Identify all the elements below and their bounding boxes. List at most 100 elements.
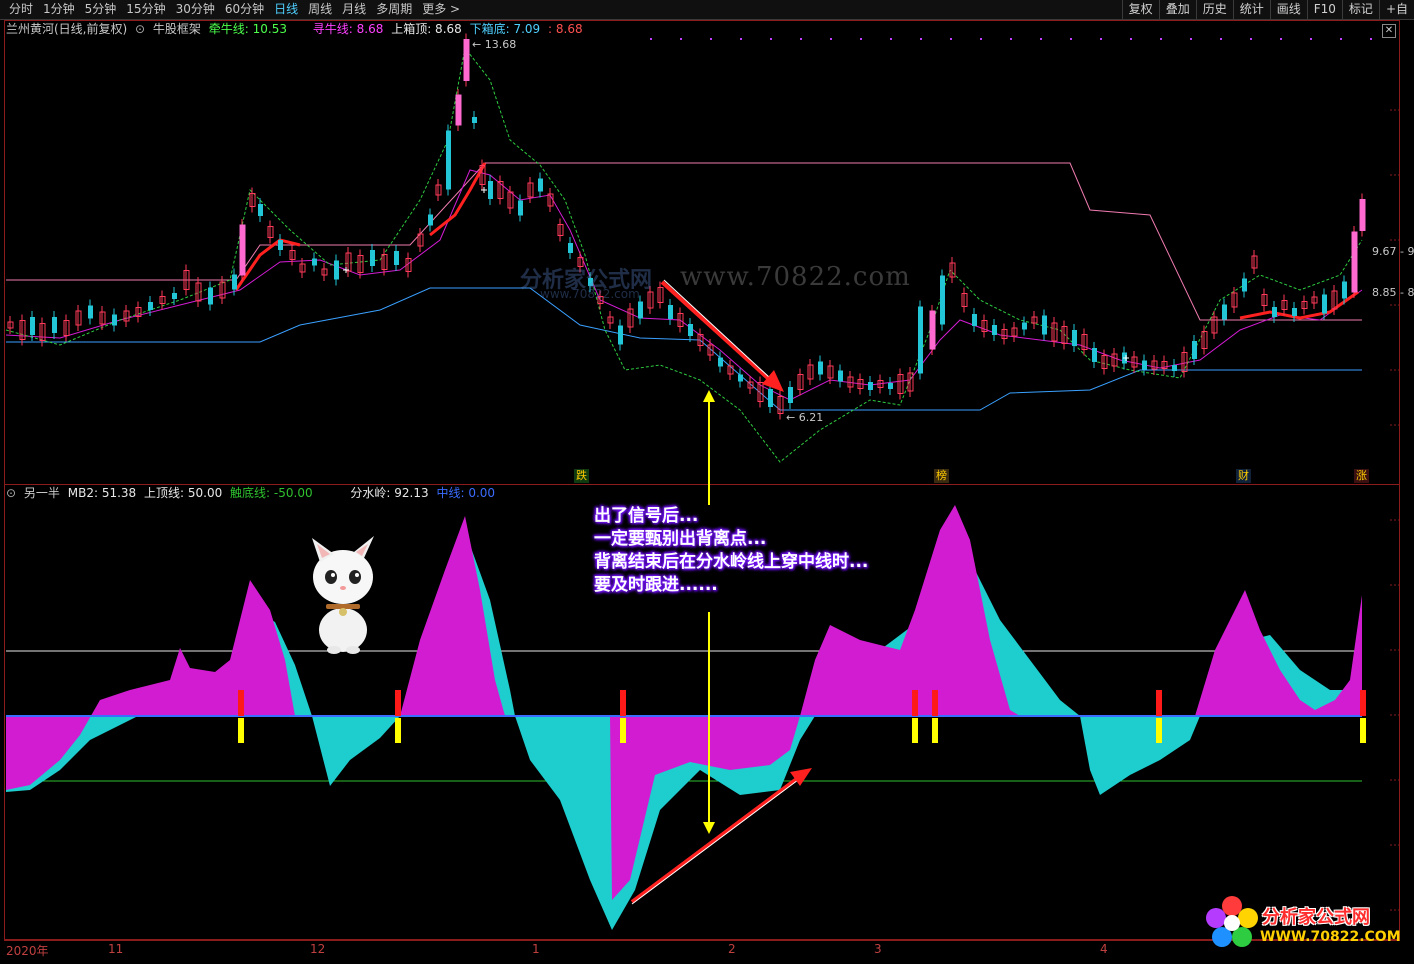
candle-body (334, 260, 339, 280)
signal-tag-die[interactable]: 跌 (574, 469, 589, 483)
annotation-line-1: 出了信号后... (594, 506, 699, 526)
kline-chart[interactable] (0, 0, 1414, 964)
indicator-toggle-icon[interactable]: ⊙ (135, 22, 145, 36)
top-dot (680, 38, 682, 40)
candle-body (428, 214, 433, 226)
legend-extra: : 8.68 (548, 22, 583, 36)
indicator-name[interactable]: 牛股框架 (153, 22, 201, 36)
stock-name[interactable]: 兰州黄河(日线,前复权) (6, 22, 127, 36)
candle-body (52, 317, 57, 333)
center-watermark: www.70822.com (680, 262, 911, 292)
candle-body (1322, 294, 1327, 314)
top-dot (1190, 38, 1192, 40)
annotation-line-3: 背离结束后在分水岭线上穿中线时... (594, 552, 869, 572)
candle-body (1042, 315, 1047, 335)
candle-body (1342, 281, 1347, 299)
legend-mb2: MB2: 51.38 (67, 486, 137, 500)
candle-body (738, 374, 743, 382)
candle-body (112, 314, 117, 326)
top-dot (1130, 38, 1132, 40)
candle-body (1359, 199, 1366, 231)
candle-body (148, 302, 153, 310)
candle-body (1092, 348, 1097, 362)
sub-indicator-name[interactable]: 另一半 (24, 486, 60, 500)
candle-body (88, 305, 93, 319)
top-dot (1310, 38, 1312, 40)
sub-indicator-toggle-icon[interactable]: ⊙ (6, 486, 16, 500)
candle-body (488, 181, 493, 199)
top-dot (1280, 38, 1282, 40)
candle-body (992, 325, 997, 335)
annotation-line-4: 要及时跟进...... (594, 575, 718, 595)
top-dot (1370, 38, 1372, 40)
candle-body (518, 200, 523, 216)
top-dot (1070, 38, 1072, 40)
top-dot (1340, 38, 1342, 40)
candle-body (239, 224, 246, 276)
top-dot (1220, 38, 1222, 40)
time-label-4: 4 (1100, 942, 1108, 956)
signal-bar-red-2 (620, 690, 626, 716)
signal-bar-red-3 (912, 690, 918, 716)
top-dot (920, 38, 922, 40)
signal-bar-yellow-2 (620, 718, 626, 743)
top-dot (770, 38, 772, 40)
top-dot (890, 38, 892, 40)
yellow-arrow-up-head (703, 390, 715, 402)
signal-bar-red-1 (395, 690, 401, 716)
main-down-arrow-line (660, 280, 772, 382)
brand-flower-logo (1206, 896, 1258, 947)
ma-red-segment-1 (234, 238, 301, 291)
signal-tag-zhang[interactable]: 涨 (1354, 469, 1369, 483)
candle-body (1292, 308, 1297, 316)
candle-body (1172, 365, 1177, 371)
cat-figure-image (312, 536, 374, 654)
top-dot (860, 38, 862, 40)
time-axis[interactable]: 2020年 11 12 1 2 3 4 (4, 940, 1400, 961)
candle-body (1242, 278, 1247, 292)
time-label-2020: 2020年 (6, 944, 49, 958)
candle-body (618, 325, 623, 345)
legend-xunniu: 寻牛线: 8.68 (312, 22, 384, 36)
high-price-value: 13.68 (484, 38, 517, 51)
low-price-value: 6.21 (798, 411, 824, 424)
signal-bar-yellow-6 (1360, 718, 1366, 743)
candle-body (788, 387, 793, 403)
time-label-12: 12 (310, 942, 326, 956)
candle-body (463, 39, 470, 81)
right-price-label-2: 8.85 - 8.9 (1372, 286, 1414, 299)
candle-body (1222, 304, 1227, 320)
signal-bar-yellow-4 (932, 718, 938, 743)
candle-body (972, 314, 977, 326)
candle-body (568, 243, 573, 253)
brand-url: WWW.70822.COM (1260, 929, 1401, 945)
right-price-label-1: 9.67 - 9 (1372, 245, 1414, 258)
legend-lower-box: 下箱底: 7.09 (469, 22, 541, 36)
top-dot (800, 38, 802, 40)
annotation-text: 出了信号后... 一定要甄别出背离点... 背离结束后在分水岭线上穿中线时...… (594, 505, 868, 597)
signal-tag-bang[interactable]: 榜 (934, 469, 949, 483)
signal-bar-yellow-3 (912, 718, 918, 743)
candle-body (918, 306, 923, 374)
candle-body (868, 382, 873, 390)
legend-midline: 中线: 0.00 (436, 486, 496, 500)
candle-body (258, 204, 263, 216)
signal-bar-yellow-0 (238, 718, 244, 743)
sub-legend: ⊙ 另一半 MB2: 51.38 上顶线: 50.00 触底线: -50.00 … (6, 486, 499, 501)
signal-bar-yellow-5 (1156, 718, 1162, 743)
candle-body (208, 287, 213, 305)
candle-body (940, 275, 945, 325)
signal-tag-cai[interactable]: 财 (1236, 469, 1251, 483)
legend-upper-box: 上箱顶: 8.68 (391, 22, 462, 36)
candle-body (768, 389, 773, 407)
candle-body (455, 94, 462, 126)
candle-body (1192, 341, 1197, 359)
brand-name: 分析家公式网 (1262, 907, 1370, 928)
top-dot (1010, 38, 1012, 40)
candle-body (888, 383, 893, 389)
candle-body (446, 130, 451, 190)
top-dot (710, 38, 712, 40)
top-dot (980, 38, 982, 40)
signal-bar-yellow-1 (395, 718, 401, 743)
main-legend: 兰州黄河(日线,前复权) ⊙ 牛股框架 牵牛线: 10.53 寻牛线: 8.68… (6, 22, 587, 37)
